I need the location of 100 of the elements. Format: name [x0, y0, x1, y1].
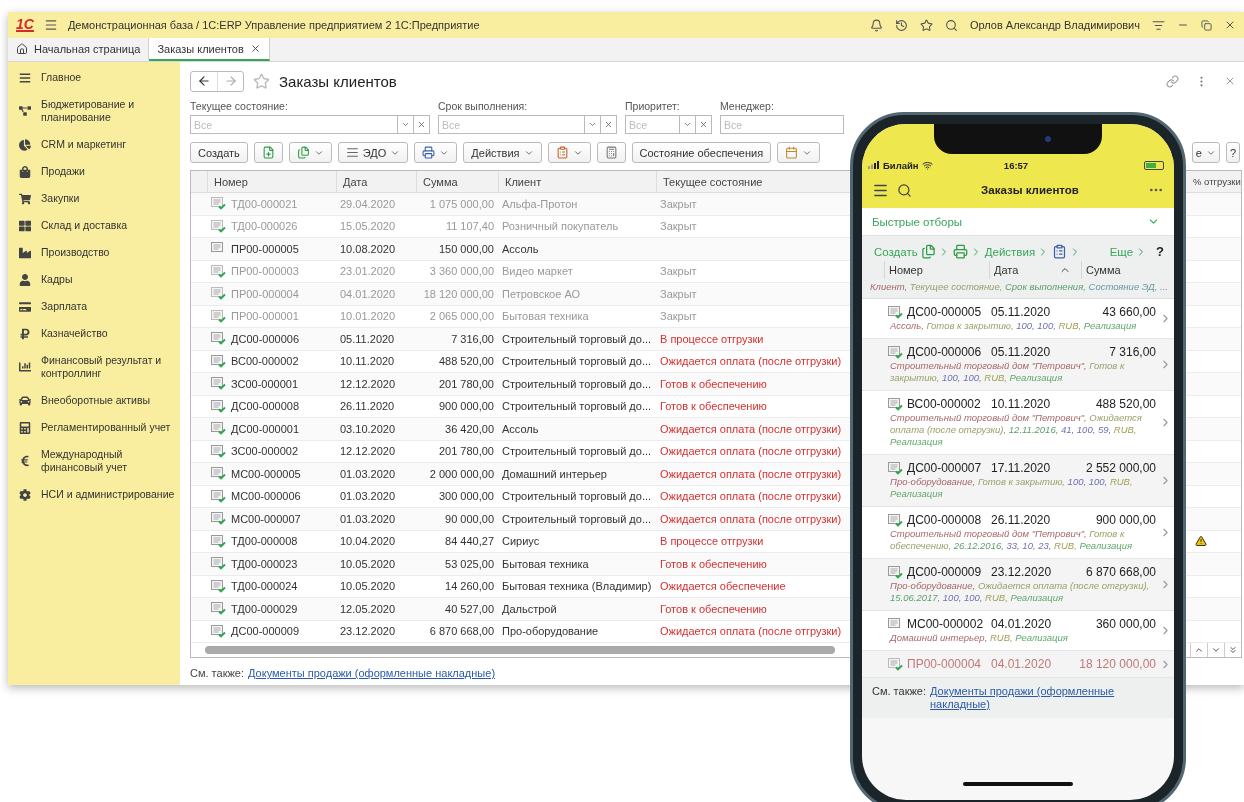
carrier-name: Билайн — [883, 159, 919, 171]
sidebar-item[interactable]: Внеоборотные активы — [41, 394, 151, 407]
ruble-icon — [19, 327, 31, 340]
see-also-link[interactable]: Документы продажи (оформленные накладные) — [930, 685, 1164, 711]
toolbar-button[interactable] — [253, 142, 283, 163]
sidebar-item[interactable]: Кадры — [41, 273, 73, 286]
filter-field[interactable]: Все — [720, 115, 844, 134]
filter-icon — [1152, 18, 1165, 32]
tab-label: Заказы клиентов — [157, 42, 244, 55]
table-cell: ТД00-000029 — [231, 602, 298, 615]
column-header[interactable]: Номер — [207, 171, 336, 192]
dropdown-button[interactable] — [680, 115, 696, 134]
column-header[interactable]: Клиент — [498, 171, 656, 192]
table-cell: ТД00-000024 — [231, 580, 298, 593]
sidebar-item[interactable]: Регламентированный учет — [41, 421, 171, 434]
files-icon — [920, 244, 936, 259]
table-cell: МС00-000007 — [231, 512, 301, 525]
sidebar-item[interactable]: Казначейство — [41, 327, 108, 340]
toolbar-button[interactable] — [547, 142, 591, 163]
table-cell-text: Розничный покупатель — [501, 219, 620, 235]
user-name[interactable]: Орлов Александр Владимирович — [969, 19, 1140, 31]
sidebar-item[interactable]: Бюджетирование и планирование — [41, 98, 175, 124]
column-hint: Клиент, Текущее состояние, Срок выполнения, Состояние ЭД, ... — [862, 279, 1174, 299]
sidebar-item[interactable]: Склад и доставка — [41, 219, 128, 232]
scrollbar[interactable] — [205, 646, 835, 654]
table-cell-text: 201 780,00 — [437, 444, 495, 460]
table-cell-text: 10.05.2020 — [339, 579, 397, 595]
dropdown-button[interactable] — [398, 115, 414, 134]
settings-icon — [19, 488, 31, 501]
sidebar-item[interactable]: Зарплата — [41, 300, 87, 313]
restore-icon — [1201, 19, 1212, 31]
column-header[interactable]: % отгрузки — [1191, 171, 1241, 192]
toolbar-button[interactable]: Создать — [190, 142, 248, 163]
caret-icon — [683, 120, 692, 129]
table-cell-text: 2 065 000,00 — [428, 309, 495, 325]
battery-icon — [1144, 160, 1164, 170]
bell-icon — [869, 18, 883, 32]
bag-icon — [19, 165, 31, 178]
order-sum: 6 870 668,00 — [1085, 565, 1156, 579]
column-header[interactable]: Сумма — [416, 171, 498, 192]
clear-button[interactable] — [601, 115, 617, 134]
card-icon — [19, 300, 31, 313]
dropdown-button[interactable] — [585, 115, 601, 134]
toolbar-button[interactable] — [596, 142, 626, 163]
toolbar-button[interactable] — [288, 142, 332, 163]
table-cell-text: Ожидается оплата (после отгрузки) — [659, 354, 843, 370]
see-also-label: См. также: — [872, 685, 926, 698]
toolbar-button[interactable]: е — [1191, 142, 1220, 163]
sidebar-item[interactable]: Производство — [41, 246, 110, 259]
filter-label: Текущее состояние: — [190, 100, 289, 112]
order-number: ДС00-000009 — [907, 565, 983, 579]
table-cell-text: 12.12.2020 — [339, 444, 397, 460]
table-cell-text: 03.10.2020 — [339, 421, 397, 437]
table-cell-text: 6 870 668,00 — [428, 624, 495, 640]
toolbar-button[interactable]: Действия — [463, 142, 542, 163]
help-button[interactable]: ? — [1150, 244, 1164, 259]
filter-label: Менеджер: — [720, 100, 775, 112]
column-header[interactable]: Дата — [336, 171, 416, 192]
toolbar-button[interactable] — [414, 142, 458, 163]
sidebar-item[interactable]: Международный финансовый учет — [41, 448, 175, 474]
filter-field[interactable]: Все — [438, 115, 585, 134]
grid-icon — [19, 219, 31, 232]
toolbar-button[interactable]: Состояние обеспечения — [631, 142, 772, 163]
table-cell-text: Строительный торговый до... — [501, 489, 653, 505]
sidebar-item[interactable]: Закупки — [41, 192, 80, 205]
table-cell-text: Ожидается оплата (после отгрузки) — [659, 444, 843, 460]
table-cell-text: Закрыт — [659, 219, 698, 235]
order-number: ДС00-000007 — [907, 461, 983, 475]
order-number: ДС00-000005 — [907, 305, 983, 319]
toolbar-button[interactable] — [777, 142, 821, 163]
sidebar-item[interactable]: НСИ и администрирование — [41, 488, 175, 501]
table-cell-text: 29.04.2020 — [339, 196, 397, 212]
form-title: Заказы клиентов — [279, 72, 397, 90]
filter-field[interactable]: Все — [625, 115, 680, 134]
order-date: 05.11.2020 — [991, 345, 1051, 359]
clear-button[interactable] — [696, 115, 712, 134]
clear-button[interactable] — [414, 115, 430, 134]
filter-label: Приоритет: — [625, 100, 681, 112]
filter-field[interactable]: Все — [190, 115, 398, 134]
sidebar-item[interactable]: CRM и маркетинг — [41, 138, 126, 151]
close-icon — [249, 43, 261, 54]
sidebar-item[interactable]: Продажи — [41, 165, 85, 178]
sidebar-item[interactable]: Главное — [41, 71, 82, 84]
clear-icon — [699, 120, 708, 129]
toolbar-button[interactable]: ЭДО — [337, 142, 409, 163]
sidebar-item[interactable]: Финансовый результат и контроллинг — [41, 354, 175, 380]
tab[interactable]: Заказы клиентов — [149, 38, 270, 61]
table-cell-text: Закрыт — [659, 264, 698, 280]
see-also-link[interactable]: Документы продажи (оформленные накладные) — [248, 667, 496, 679]
help-button[interactable]: ? — [1225, 142, 1240, 163]
table-cell: ТД00-000023 — [231, 557, 298, 570]
end-icon — [1228, 645, 1238, 655]
table-cell-text: 201 780,00 — [437, 376, 495, 392]
table-cell-text: 10.11.2020 — [339, 354, 396, 370]
column-header[interactable]: Текущее состояние — [656, 171, 848, 192]
table-cell-text: 7 316,00 — [450, 331, 495, 347]
table-cell-text: Ассоль — [501, 241, 540, 257]
table-cell-text: 18 120 000,00 — [422, 286, 495, 302]
order-details: Ассоль, Готов к закрытию, 100, 100, RUB, Реализация — [890, 320, 1138, 332]
table-cell-text: 10.05.2020 — [339, 556, 397, 572]
